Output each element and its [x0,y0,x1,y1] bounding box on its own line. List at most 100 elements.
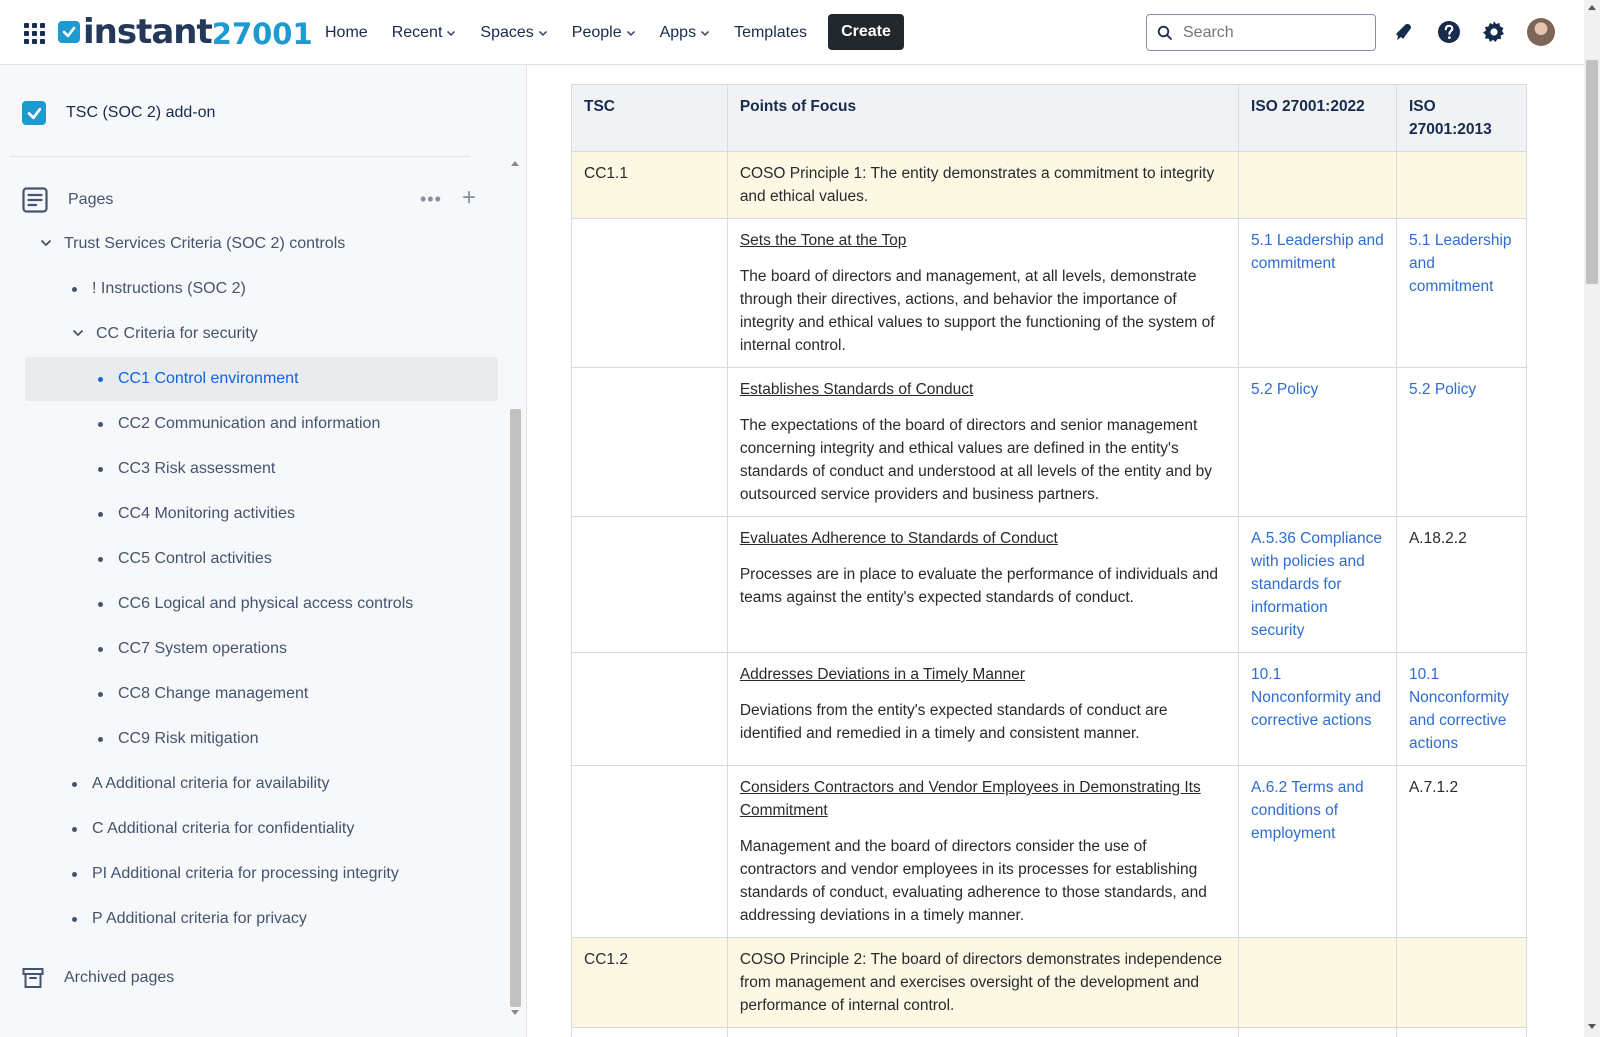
iso-2013-cell: A.7.1.2 [1395,765,1528,938]
nav-home[interactable]: Home [325,24,368,42]
iso-link[interactable]: 5.2 Policy [1251,381,1318,398]
column-header-iso-2013: ISO 27001:2013 [1395,84,1528,152]
page-scroll-thumb[interactable] [1586,60,1598,284]
chevron-down-icon [700,30,710,36]
more-options-icon[interactable]: ••• [420,189,442,210]
nav-label: Apps [659,23,697,41]
iso-link[interactable]: A.6.2 Terms and conditions of employment [1251,779,1364,842]
sidebar-item-label: Trust Services Criteria (SOC 2) controls [64,235,346,252]
sidebar-item-cc7-system-operations[interactable]: CC7 System operations [98,627,287,671]
focus-cell: Sets the Tone at the Top The board of dir… [726,218,1240,368]
page-content: TSC Points of Focus ISO 27001:2022 ISO 2… [528,65,1584,1037]
point-of-focus-text: COSO Principle 1: The entity demonstrate… [739,165,1215,205]
bullet-icon [72,826,77,832]
sidebar-item-pi-additional-criteria-for-processing-integrity[interactable]: PI Additional criteria for processing in… [72,852,399,896]
nav-apps[interactable]: Apps [660,24,710,42]
settings-icon[interactable] [1481,19,1507,45]
avatar[interactable] [1527,18,1555,46]
nav-label: People [571,23,622,41]
point-of-focus-title[interactable]: Considers Contractors and Vendor Employe… [740,776,1226,822]
iso-link[interactable]: 5.1 Leadership and commitment [1251,232,1384,272]
help-icon[interactable] [1436,19,1462,45]
page-scrollbar[interactable] [1584,0,1600,1037]
focus-cell: Establishes Oversight Responsibilities [726,1027,1240,1037]
sidebar-item-a-additional-criteria-for-availability[interactable]: A Additional criteria for availability [72,762,329,806]
iso-link[interactable]: A.5.36 Compliance with policies and stan… [1251,530,1382,639]
sidebar-item-instructions-soc-2[interactable]: ! Instructions (SOC 2) [72,267,246,311]
sidebar-item-label: CC8 Change management [118,685,309,702]
sidebar-scrollbar[interactable] [508,157,522,1037]
point-of-focus-text: Deviations from the entity's expected st… [739,702,1168,742]
focus-cell: COSO Principle 1: The entity demonstrate… [726,151,1240,219]
sidebar-item-label: CC9 Risk mitigation [118,730,259,747]
sidebar-item-cc4-monitoring-activities[interactable]: CC4 Monitoring activities [98,492,295,536]
bullet-icon [98,376,103,382]
chevron-down-icon [626,30,635,36]
sidebar-item-trust-services-criteria-soc-2-controls[interactable]: Trust Services Criteria (SOC 2) controls [40,222,345,266]
sidebar-item-cc2-communication-and-information[interactable]: CC2 Communication and information [98,402,380,446]
nav-spaces[interactable]: Spaces [480,24,547,42]
point-of-focus-text: COSO Principle 2: The board of directors… [739,951,1223,1014]
sidebar-item-label: A Additional criteria for availability [92,775,330,792]
iso-value: A.18.2.2 [1408,530,1467,547]
search-input[interactable] [1183,23,1363,42]
focus-cell: Considers Contractors and Vendor Employe… [726,765,1240,938]
iso-link[interactable]: 10.1 Nonconformity and corrective action… [1251,666,1381,729]
iso-link[interactable]: 5.1 Leadership and commitment [1409,232,1512,295]
sidebar-item-label: P Additional criteria for privacy [92,910,307,927]
search-icon [1157,25,1172,40]
iso-2022-cell: 5.2 Policy [1238,367,1397,517]
iso-2013-cell: 5.2 Policy [1395,367,1528,517]
sidebar-item-cc9-risk-mitigation[interactable]: CC9 Risk mitigation [98,717,258,761]
bullet-icon [98,601,103,607]
space-check-icon [22,101,46,125]
sidebar-item-cc3-risk-assessment[interactable]: CC3 Risk assessment [98,447,275,491]
sidebar-item-cc1-control-environment[interactable]: CC1 Control environment [25,357,498,401]
space-header[interactable]: TSC (SOC 2) add-on [22,101,215,125]
sidebar-item-label: CC2 Communication and information [118,415,381,432]
sidebar-scroll-thumb[interactable] [510,409,521,1007]
logo-check-icon [58,21,80,43]
chevron-down-icon[interactable] [40,235,52,253]
nav-templates[interactable]: Templates [734,24,807,42]
iso-2013-cell [1395,151,1528,219]
iso-2013-cell: 5.1 Leadership and commitment [1395,218,1528,368]
search-box[interactable] [1146,14,1376,51]
sidebar-divider [10,156,470,157]
app-grid-icon[interactable] [24,23,46,45]
sidebar-item-label: CC Criteria for security [96,325,258,342]
tsc-cell [571,1027,728,1037]
sidebar-item-label: CC3 Risk assessment [118,460,276,477]
nav-label: Templates [734,23,807,41]
point-of-focus-title[interactable]: Evaluates Adherence to Standards of Cond… [740,527,1226,550]
notification-icon[interactable] [1390,19,1416,45]
nav-recent[interactable]: Recent [392,24,457,42]
sidebar-item-cc5-control-activities[interactable]: CC5 Control activities [98,537,272,581]
pages-header[interactable]: Pages ••• + [22,185,482,215]
sidebar-item-cc-criteria-for-security[interactable]: CC Criteria for security [72,312,258,356]
bullet-icon [98,646,103,652]
point-of-focus-title[interactable]: Sets the Tone at the Top [740,229,1226,252]
logo[interactable]: instant 27001 [58,12,313,52]
archived-pages-label: Archived pages [64,969,175,986]
nav-people[interactable]: People [572,24,636,42]
tsc-cell: CC1.2 [571,937,728,1028]
point-of-focus-title[interactable]: Addresses Deviations in a Timely Manner [740,663,1226,686]
iso-link[interactable]: 10.1 Nonconformity and corrective action… [1409,666,1509,752]
chevron-down-icon[interactable] [72,325,84,343]
point-of-focus-text: The board of directors and management, a… [739,268,1215,354]
iso-2022-cell: A.5.36 Compliance with policies and stan… [1238,516,1397,653]
archived-pages[interactable]: Archived pages [22,967,174,989]
sidebar-item-label: CC4 Monitoring activities [118,505,295,522]
add-page-icon[interactable]: + [462,185,476,211]
sidebar-item-c-additional-criteria-for-confidentiality[interactable]: C Additional criteria for confidentialit… [72,807,354,851]
point-of-focus-title[interactable]: Establishes Standards of Conduct [740,378,1226,401]
iso-link[interactable]: 5.2 Policy [1409,381,1476,398]
sidebar-item-cc8-change-management[interactable]: CC8 Change management [98,672,308,716]
tsc-id: CC1.1 [584,165,628,182]
principle-row: CC1.2 COSO Principle 2: The board of dire… [571,937,1528,1028]
sidebar-item-p-additional-criteria-for-privacy[interactable]: P Additional criteria for privacy [72,897,307,941]
sidebar-item-cc6-logical-and-physical-access-controls[interactable]: CC6 Logical and physical access controls [98,582,413,626]
create-button[interactable]: Create [828,14,904,50]
point-of-focus-text: Management and the board of directors co… [739,838,1207,924]
